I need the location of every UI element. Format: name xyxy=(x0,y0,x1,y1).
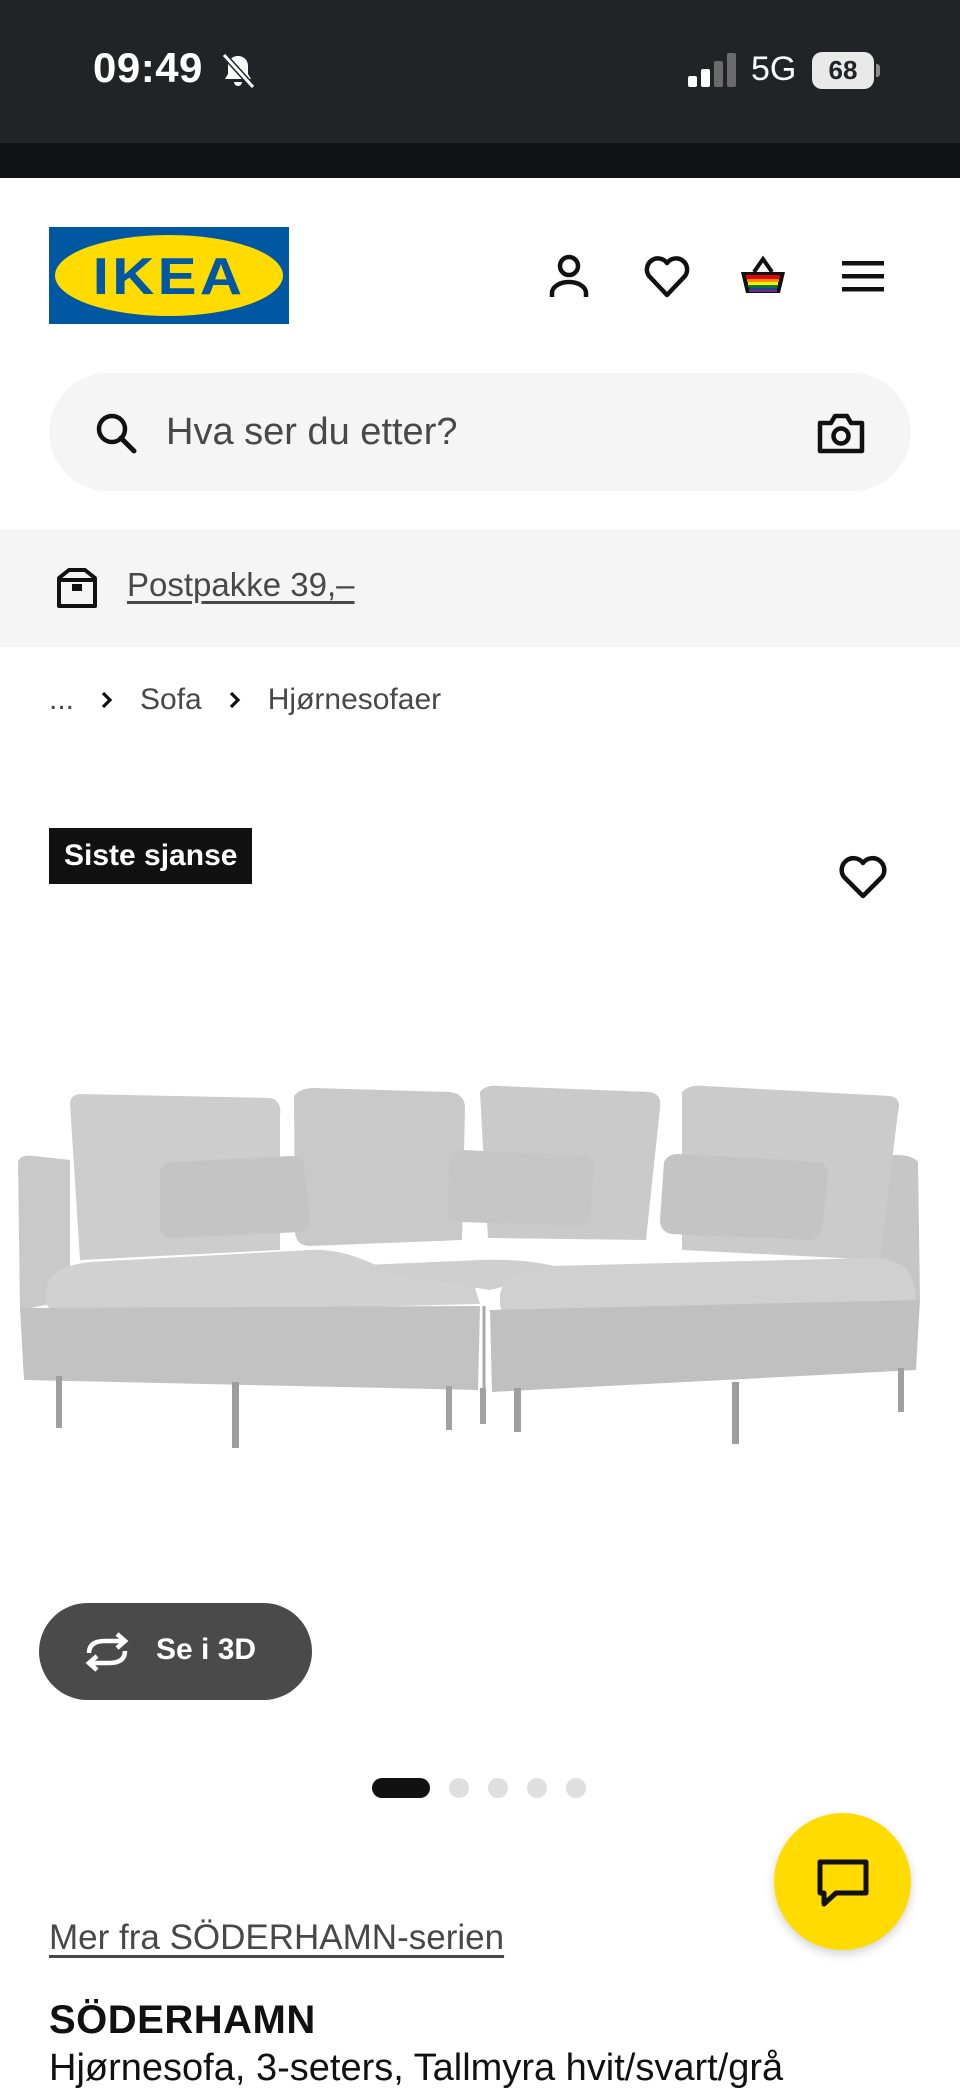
last-chance-badge: Siste sjanse xyxy=(49,828,253,884)
breadcrumb-sofa[interactable]: Sofa xyxy=(140,683,202,717)
promo-banner: Postpakke 39,– xyxy=(0,530,960,647)
view-in-3d-button[interactable]: Se i 3D xyxy=(39,1603,312,1700)
favorite-heart-icon[interactable] xyxy=(836,852,890,902)
pagination-dot[interactable] xyxy=(449,1778,469,1798)
pagination-dot[interactable] xyxy=(566,1778,586,1798)
camera-icon[interactable] xyxy=(817,411,865,455)
status-time: 09:49 xyxy=(93,44,203,91)
series-link[interactable]: Mer fra SÖDERHAMN-serien xyxy=(49,1918,504,1958)
breadcrumb-corner-sofas[interactable]: Hjørnesofaer xyxy=(268,683,441,717)
parcel-icon xyxy=(57,568,97,608)
breadcrumb-more[interactable]: ... xyxy=(49,683,74,717)
pagination-dot[interactable] xyxy=(527,1778,547,1798)
network-type: 5G xyxy=(751,50,797,88)
chevron-right-icon xyxy=(101,691,113,709)
chevron-right-icon xyxy=(229,691,240,709)
product-image-sofa xyxy=(18,1085,920,1448)
rotate-3d-icon xyxy=(85,1632,129,1672)
battery-icon: 68 xyxy=(812,52,880,89)
breadcrumb: ... Sofa Hjørnesofaer xyxy=(49,680,441,720)
battery-level: 68 xyxy=(828,55,858,85)
battery-cap xyxy=(876,64,880,77)
signal-icon xyxy=(688,53,736,87)
cart-icon[interactable] xyxy=(738,251,788,301)
product-description: Hjørnesofa, 3-seters, Tallmyra hvit/svar… xyxy=(49,2047,784,2089)
bell-off-icon xyxy=(221,52,256,90)
chat-icon xyxy=(817,1859,869,1907)
ikea-logo[interactable]: IKEA xyxy=(49,227,289,324)
image-pagination xyxy=(372,1776,586,1800)
pagination-dot[interactable] xyxy=(488,1778,508,1798)
account-icon[interactable] xyxy=(544,251,594,301)
menu-icon[interactable] xyxy=(838,251,888,301)
wishlist-icon[interactable] xyxy=(642,251,692,301)
promo-link[interactable]: Postpakke 39,– xyxy=(127,566,355,604)
search-bar[interactable] xyxy=(49,373,911,491)
search-icon xyxy=(96,413,137,454)
product-name: SÖDERHAMN xyxy=(49,1998,316,2042)
pagination-dot-active[interactable] xyxy=(372,1778,430,1798)
chat-button[interactable] xyxy=(774,1813,911,1950)
logo-text: IKEA xyxy=(92,248,246,306)
status-bar-divider xyxy=(0,143,960,178)
search-input[interactable] xyxy=(166,403,766,461)
view-in-3d-label: Se i 3D xyxy=(156,1633,257,1666)
